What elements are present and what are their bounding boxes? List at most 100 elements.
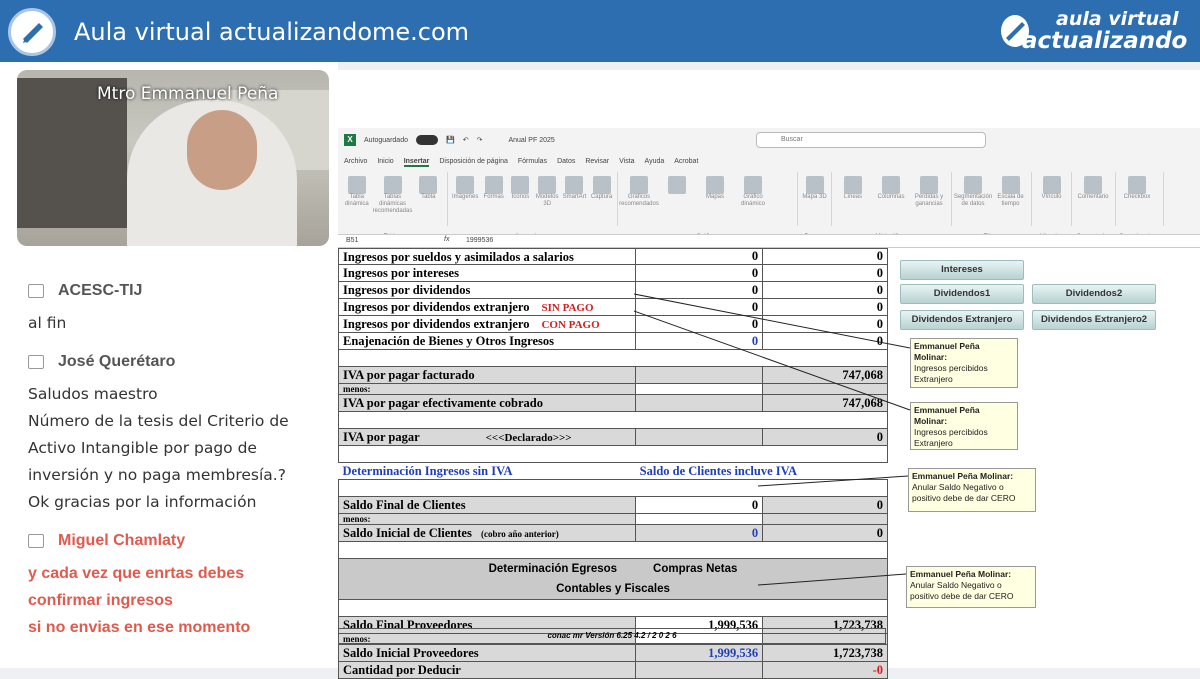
iva-cobrado-label[interactable]: IVA por pagar efectivamente cobrado [337, 394, 637, 412]
empty-cell[interactable] [635, 513, 764, 525]
cantidad-deducir-label[interactable]: Cantidad por Deducir [337, 661, 637, 679]
menu-item[interactable]: Inicio [377, 158, 393, 167]
copy-icon[interactable] [28, 284, 44, 298]
undo-icon[interactable]: ↶ [463, 136, 469, 144]
hatched-cell[interactable] [635, 661, 764, 679]
search-input[interactable]: Buscar [756, 132, 986, 148]
comment-note[interactable]: Emmanuel Peña Molinar: Anular Saldo Negat… [908, 468, 1036, 512]
dividendos-extranjero-button[interactable]: Dividendos Extranjero [900, 310, 1024, 330]
row-label[interactable]: Ingresos por dividendos [337, 281, 637, 299]
saldo-inicial-prov-label[interactable]: Saldo Inicial Proveedores [337, 644, 637, 662]
egresos-header[interactable]: Determinación Egresos Compras Netas Conta… [338, 558, 888, 600]
row-value-1[interactable]: 0 [635, 332, 764, 350]
dividendos2-button[interactable]: Dividendos2 [1032, 284, 1156, 304]
iva-pagar-label[interactable]: IVA por pagar <<<Declarado>>> [337, 428, 637, 446]
ribbon-button[interactable]: Gráfico dinámico [736, 176, 770, 226]
redo-icon[interactable]: ↷ [477, 136, 483, 144]
file-name[interactable]: Anual PF 2025 [508, 137, 554, 144]
dividendos-extranjero2-button[interactable]: Dividendos Extranjero2 [1032, 310, 1156, 330]
iva-facturado-value[interactable]: 747,068 [762, 366, 888, 384]
saldo-inicial-clientes-v1[interactable]: 0 [635, 524, 764, 542]
ribbon-button[interactable]: Mapas [698, 176, 732, 226]
row-label[interactable]: Ingresos por intereses [337, 264, 637, 282]
row-value-1[interactable]: 0 [635, 248, 764, 265]
hatched-cell[interactable] [635, 394, 764, 412]
saldo-inicial-clientes-v2[interactable]: 0 [762, 524, 888, 542]
hatched-cell[interactable] [635, 428, 764, 446]
name-box[interactable]: B51 [346, 237, 358, 244]
saldo-final-clientes-v2[interactable]: 0 [762, 496, 888, 514]
ribbon-button[interactable]: Columnas [874, 176, 908, 226]
menos-label[interactable]: menos: [337, 383, 637, 395]
row-label[interactable]: Ingresos por dividendos extranjero SIN PA… [337, 298, 637, 316]
empty-cell[interactable] [762, 513, 888, 525]
row-value-2[interactable]: 0 [762, 298, 888, 316]
ribbon-button[interactable]: Segmentación de datos [954, 176, 992, 226]
saldo-inicial-clientes-label[interactable]: Saldo Inicial de Clientes (cobro año ant… [337, 524, 637, 542]
save-icon[interactable]: 💾 [446, 136, 455, 144]
iva-cobrado-value[interactable]: 747,068 [762, 394, 888, 412]
menu-item[interactable]: Datos [557, 158, 575, 167]
menu-item[interactable]: Fórmulas [518, 158, 547, 167]
ribbon-button[interactable]: Escala de tiempo [994, 176, 1027, 226]
fx-icon[interactable]: fx [444, 236, 449, 243]
row-label[interactable]: Enajenación de Bienes y Otros Ingresos [337, 332, 637, 350]
empty-cell[interactable] [762, 383, 888, 395]
menos-label[interactable]: menos: [337, 513, 637, 525]
saldo-inicial-prov-v2[interactable]: 1,723,738 [762, 644, 888, 662]
row-value-2[interactable]: 0 [762, 264, 888, 282]
ribbon-button[interactable]: Formas [482, 176, 505, 226]
row-value-1[interactable]: 0 [635, 315, 764, 333]
ribbon-button[interactable]: Modelos 3D [536, 176, 559, 226]
hatched-cell[interactable] [635, 366, 764, 384]
saldo-final-clientes-label[interactable]: Saldo Final de Clientes [337, 496, 637, 514]
comment-note[interactable]: Emmanuel Peña Molinar: Ingresos percibido… [910, 402, 1018, 450]
menu-item[interactable]: Archivo [344, 158, 367, 167]
row-value-1[interactable]: 0 [635, 281, 764, 299]
saldo-clientes-label[interactable]: Saldo de Clientes incluve IVA [636, 463, 888, 480]
iva-pagar-value[interactable]: 0 [762, 428, 888, 446]
row-label[interactable]: Ingresos por dividendos extranjero CON PA… [337, 315, 637, 333]
menu-item[interactable]: Disposición de página [439, 158, 508, 167]
ribbon-button[interactable]: Mapa 3D [802, 176, 827, 226]
menu-item[interactable]: Ayuda [645, 158, 665, 167]
copy-icon[interactable] [28, 534, 44, 548]
ribbon-button[interactable]: Checkbox [1120, 176, 1154, 226]
row-label[interactable]: Ingresos por sueldos y asimilados a sala… [337, 248, 637, 265]
saldo-final-clientes-v1[interactable]: 0 [635, 496, 764, 514]
comment-note[interactable]: Emmanuel Peña Molinar: Anular Saldo Negat… [906, 566, 1036, 608]
intereses-button[interactable]: Intereses [900, 260, 1024, 280]
ribbon-button[interactable]: Pérdidas y ganancias [912, 176, 946, 226]
menu-item[interactable]: Insertar [403, 158, 430, 167]
dividendos1-button[interactable]: Dividendos1 [900, 284, 1024, 304]
row-value-1[interactable]: 0 [635, 298, 764, 316]
ribbon-button[interactable]: Tabla dinámica [342, 176, 372, 226]
ribbon-button[interactable]: Tablas dinámicas recomendadas [373, 176, 412, 226]
ribbon-button[interactable]: Líneas [836, 176, 870, 226]
row-value-2[interactable]: 0 [762, 281, 888, 299]
menu-item[interactable]: Revisar [585, 158, 609, 167]
cantidad-deducir-value[interactable]: -0 [762, 661, 888, 679]
ribbon-button[interactable]: Tabla [414, 176, 444, 226]
ribbon-button[interactable]: Iconos [509, 176, 532, 226]
autosave-toggle[interactable] [415, 135, 438, 145]
ribbon-button[interactable]: Vínculo [1036, 176, 1067, 226]
row-value-2[interactable]: 0 [762, 248, 888, 265]
copy-icon[interactable] [28, 355, 44, 369]
row-value-2[interactable]: 0 [762, 315, 888, 333]
menu-item[interactable]: Vista [619, 158, 634, 167]
row-value-2[interactable]: 0 [762, 332, 888, 350]
det-ingresos-label[interactable]: Determinación Ingresos sin IVA [339, 463, 636, 480]
iva-facturado-label[interactable]: IVA por pagar facturado [337, 366, 637, 384]
ribbon-button[interactable]: SmartArt [563, 176, 586, 226]
row-value-1[interactable]: 0 [635, 264, 764, 282]
ribbon-button[interactable]: Comentario [1076, 176, 1110, 226]
saldo-inicial-prov-v1[interactable]: 1,999,536 [635, 644, 764, 662]
formula-input[interactable]: 1999536 [466, 237, 493, 244]
empty-cell[interactable] [635, 383, 764, 395]
comment-note[interactable]: Emmanuel Peña Molinar: Ingresos percibido… [910, 338, 1018, 388]
ribbon-button[interactable]: Gráficos recomendados [619, 176, 659, 226]
ribbon-button[interactable]: Imágenes [452, 176, 478, 226]
ribbon-button[interactable]: Captura [590, 176, 613, 226]
ribbon-button[interactable] [660, 176, 694, 226]
